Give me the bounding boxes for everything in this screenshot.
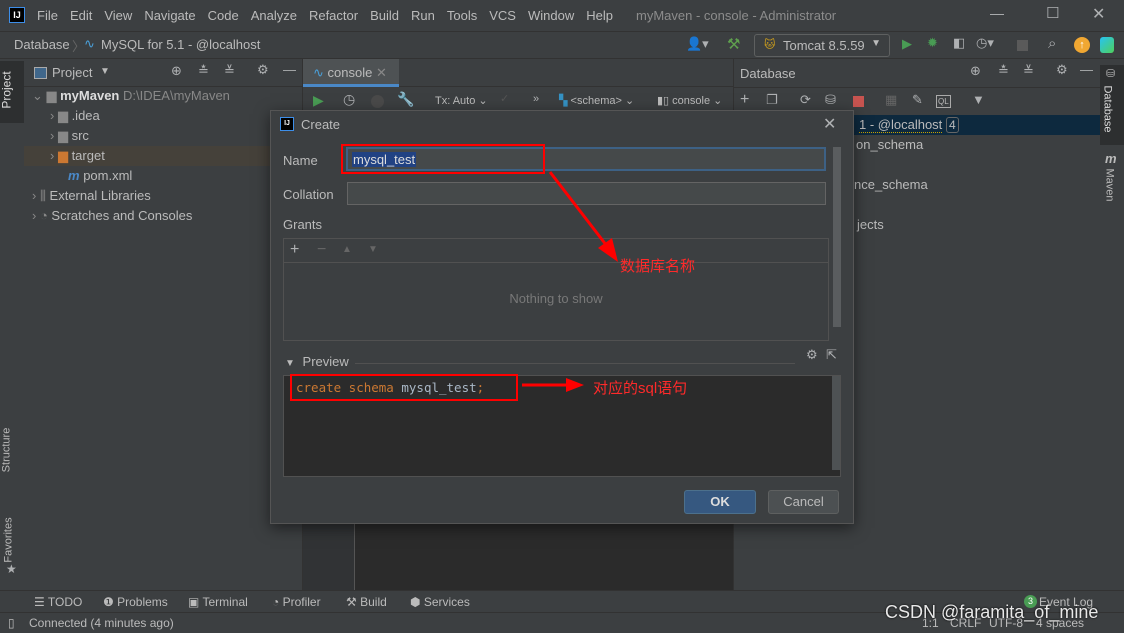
annotation-arrows xyxy=(522,171,618,392)
annotation-sql-text: 对应的sql语句 xyxy=(593,380,688,397)
annotation-sql-box xyxy=(290,374,518,401)
annotation-name-text: 数据库名称 xyxy=(620,258,696,275)
